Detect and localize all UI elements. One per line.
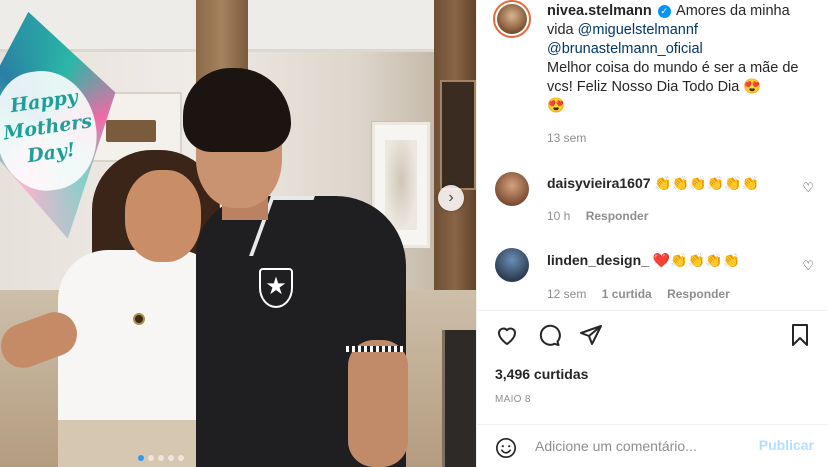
- post-caption: nivea.stelmann ✓ Amores da minha vida @m…: [547, 2, 809, 116]
- necklace: [133, 313, 145, 325]
- comment-meta: 12 sem 1 curtida Responder: [547, 287, 730, 301]
- carousel-dot: [148, 455, 154, 461]
- comment-username[interactable]: daisyvieira1607: [547, 175, 651, 191]
- carousel-dot: [158, 455, 164, 461]
- comment-input[interactable]: [535, 435, 745, 457]
- carousel-dot: [178, 455, 184, 461]
- verified-badge-icon: ✓: [657, 5, 671, 18]
- comment: daisyvieira1607 👏👏👏👏👏👏: [547, 175, 759, 192]
- comment-username[interactable]: linden_design_: [547, 252, 649, 268]
- comment-likes[interactable]: 1 curtida: [602, 287, 652, 301]
- emoji-smile-icon[interactable]: [495, 437, 517, 462]
- comment-meta: 10 h Responder: [547, 209, 648, 223]
- carousel-next-button[interactable]: ›: [438, 185, 464, 211]
- likes-count[interactable]: 3,496 curtidas: [495, 366, 588, 382]
- carousel-dot: [168, 455, 174, 461]
- post-details-panel: nivea.stelmann ✓ Amores da minha vida @m…: [476, 0, 828, 467]
- heart-eyes-emoji: 😍: [743, 79, 762, 95]
- balloon-text: Happy Mothers Day!: [1, 85, 94, 168]
- carousel-dots: [138, 455, 184, 461]
- commenter-avatar[interactable]: [495, 172, 529, 206]
- wine-fridge: [442, 330, 476, 467]
- like-comment-heart-icon[interactable]: ♡: [802, 258, 814, 274]
- bookmark-icon[interactable]: [788, 322, 812, 348]
- post-date: MAIO 8: [495, 394, 531, 405]
- owner-avatar[interactable]: [493, 0, 531, 38]
- post-photo[interactable]: ★ Happy Mothers Day! ›: [0, 0, 476, 467]
- comment-age[interactable]: 12 sem: [547, 287, 586, 301]
- frame-art: [385, 140, 417, 230]
- son-arm: [348, 340, 408, 467]
- share-paper-plane-icon[interactable]: [579, 322, 603, 348]
- post-age[interactable]: 13 sem: [547, 131, 586, 145]
- reply-button[interactable]: Responder: [586, 209, 649, 223]
- post-actions: [493, 322, 812, 348]
- comment: linden_design_ ❤️👏👏👏👏: [547, 252, 740, 269]
- mention-link[interactable]: @brunastelmann_oficial: [547, 41, 703, 57]
- shelf: [440, 80, 476, 190]
- carousel-dot: [138, 455, 144, 461]
- divider: [477, 310, 828, 311]
- comment-bubble-icon[interactable]: [537, 322, 561, 348]
- owner-avatar-image: [497, 4, 527, 34]
- mention-link[interactable]: @miguelstelmannf: [578, 22, 698, 38]
- heart-eyes-emoji: 😍: [547, 98, 566, 114]
- comment-text: 👏👏👏👏👏👏: [654, 175, 760, 191]
- comment-text: ❤️👏👏👏👏: [652, 252, 740, 268]
- add-comment-bar: Publicar: [477, 424, 828, 467]
- post-username[interactable]: nivea.stelmann: [547, 3, 652, 19]
- reply-button[interactable]: Responder: [667, 287, 730, 301]
- like-comment-heart-icon[interactable]: ♡: [802, 180, 814, 196]
- like-heart-icon[interactable]: [495, 322, 519, 348]
- commenter-avatar[interactable]: [495, 248, 529, 282]
- sleeve-trim: [346, 346, 404, 352]
- publish-button[interactable]: Publicar: [759, 437, 814, 453]
- comment-age[interactable]: 10 h: [547, 209, 570, 223]
- mother-skirt: [58, 420, 208, 467]
- chevron-right-icon: ›: [448, 189, 454, 206]
- star-icon: ★: [265, 273, 287, 300]
